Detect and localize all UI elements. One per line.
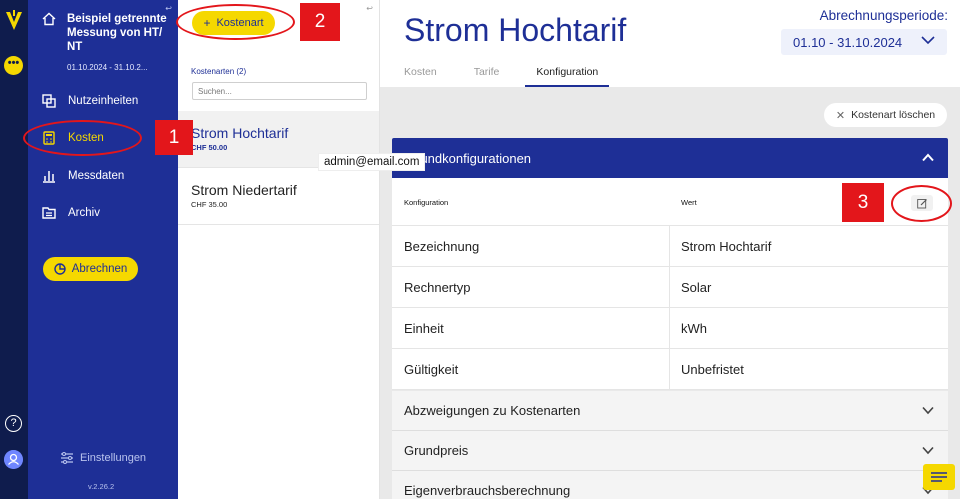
nav-item-nutzeinheiten[interactable]: Nutzeinheiten <box>42 91 167 111</box>
nav-item-label: Archiv <box>68 207 100 219</box>
table-row: Bezeichnung Strom Hochtarif <box>392 226 948 267</box>
archive-icon <box>42 207 56 219</box>
annotation-ellipse-add <box>176 4 295 40</box>
project-period: 01.10.2024 - 31.10.2... <box>67 63 148 72</box>
page-title: Strom Hochtarif <box>404 12 627 48</box>
period-select[interactable]: 01.10 - 31.10.2024 <box>781 29 947 55</box>
row-key: Bezeichnung <box>404 239 480 254</box>
main-header: Strom Hochtarif Abrechnungsperiode: 01.1… <box>380 0 960 87</box>
section-header-grundkonfigurationen[interactable]: Grundkonfigurationen <box>392 138 948 178</box>
user-icon[interactable] <box>4 450 23 469</box>
abrechnen-button[interactable]: Abrechnen <box>43 257 138 281</box>
app-rail: ••• ? <box>0 0 28 499</box>
chat-button[interactable] <box>923 464 955 490</box>
accordion-eigenverbrauch[interactable]: Eigenverbrauchsberechnung <box>392 471 948 499</box>
accordion-label: Grundpreis <box>404 443 469 458</box>
annotation-ellipse-kosten <box>23 120 142 156</box>
cost-type-list-panel: ↩ + Kostenart Kostenarten (2) Strom Hoch… <box>178 0 380 499</box>
chevron-down-icon <box>922 406 934 415</box>
chevron-down-icon <box>922 446 934 455</box>
version-label: v.2.26.2 <box>88 482 115 491</box>
column-header-konfiguration: Konfiguration <box>404 198 449 207</box>
list-item-title: Strom Hochtarif <box>191 125 289 141</box>
period-value: 01.10 - 31.10.2024 <box>793 34 903 50</box>
pin-icon[interactable]: ↩ <box>366 4 373 13</box>
table-row: Rechnertyp Solar <box>392 267 948 308</box>
row-key: Rechnertyp <box>404 280 471 295</box>
cost-type-count: Kostenarten (2) <box>191 67 247 76</box>
chevron-down-icon <box>921 36 935 45</box>
bar-chart-icon <box>43 171 55 183</box>
accordion-abzweigungen[interactable]: Abzweigungen zu Kostenarten <box>392 391 948 431</box>
list-item[interactable]: Strom Niedertarif CHF 35.00 <box>178 168 379 225</box>
row-key: Einheit <box>404 321 444 336</box>
column-header-wert: Wert <box>681 198 697 207</box>
tab-tarife[interactable]: Tarife <box>474 66 500 87</box>
user-email-tooltip: admin@email.com <box>318 153 426 171</box>
nav-item-archiv[interactable]: Archiv <box>42 203 167 223</box>
annotation-number-2: 2 <box>300 3 340 41</box>
delete-kostenart-button[interactable]: ✕ Kostenart löschen <box>824 103 947 127</box>
tab-bar: Kosten Tarife Konfiguration <box>404 66 635 87</box>
list-item-price: CHF 50.00 <box>191 143 228 152</box>
row-value: kWh <box>681 321 707 336</box>
project-name: Beispiel getrennte Messung von HT/ NT <box>67 13 167 53</box>
message-lines-icon <box>931 472 947 482</box>
nav-sidebar: ↩ Beispiel getrennte Messung von HT/ NT … <box>28 0 178 499</box>
annotation-number-1: 1 <box>155 120 193 155</box>
row-value: Strom Hochtarif <box>681 239 772 254</box>
annotation-ellipse-edit <box>891 185 952 222</box>
accordion-label: Abzweigungen zu Kostenarten <box>404 403 581 418</box>
accordion-grundpreis[interactable]: Grundpreis <box>392 431 948 471</box>
nav-item-label: Messdaten <box>68 170 125 182</box>
search-input[interactable] <box>192 82 367 100</box>
units-icon <box>42 94 56 108</box>
annotation-number-3: 3 <box>842 183 884 222</box>
home-icon <box>42 12 56 26</box>
pie-chart-icon <box>53 263 66 275</box>
settings-link[interactable]: Einstellungen <box>60 452 146 464</box>
delete-kostenart-label: Kostenart löschen <box>851 109 936 121</box>
nav-item-messdaten[interactable]: Messdaten <box>42 166 167 186</box>
settings-label: Einstellungen <box>80 452 147 464</box>
table-row: Einheit kWh <box>392 308 948 349</box>
accordion-label: Eigenverbrauchsberechnung <box>404 483 571 498</box>
abrechnen-label: Abrechnen <box>71 263 128 275</box>
nav-item-label: Nutzeinheiten <box>68 95 139 107</box>
table-row: Gültigkeit Unbefristet <box>392 349 948 390</box>
v-logo-icon[interactable] <box>5 10 23 32</box>
main-content: Strom Hochtarif Abrechnungsperiode: 01.1… <box>380 0 960 499</box>
chevron-up-icon <box>922 153 934 162</box>
list-item-price: CHF 35.00 <box>191 200 228 209</box>
close-icon: ✕ <box>835 109 846 122</box>
tab-kosten[interactable]: Kosten <box>404 66 437 87</box>
row-key: Gültigkeit <box>404 362 459 377</box>
period-label: Abrechnungsperiode: <box>819 8 948 23</box>
row-value: Unbefristet <box>681 362 744 377</box>
help-icon[interactable]: ? <box>5 415 22 432</box>
ellipsis-icon[interactable]: ••• <box>4 56 23 75</box>
list-item-title: Strom Niedertarif <box>191 182 297 198</box>
sliders-icon <box>61 452 73 464</box>
row-value: Solar <box>681 280 712 295</box>
tab-konfiguration[interactable]: Konfiguration <box>525 66 610 87</box>
